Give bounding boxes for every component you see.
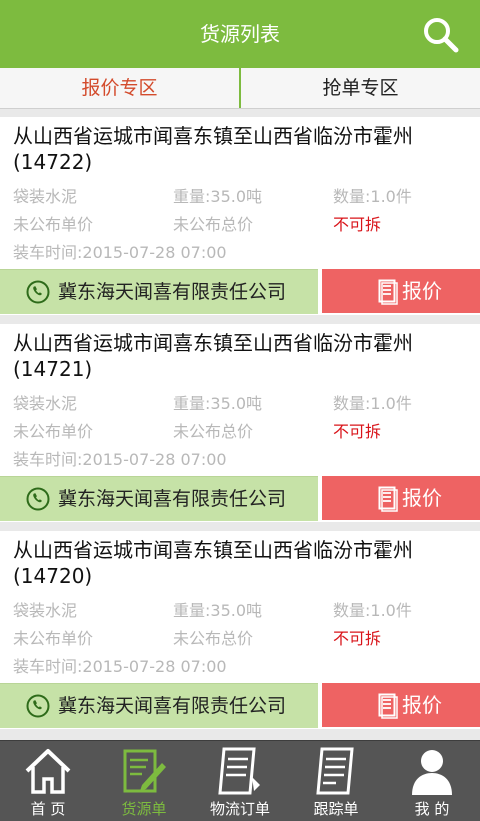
list-item[interactable]: 从山西省运城市闻喜东镇至山西省临汾市霍州(14722) 袋装水泥 重量:35.0… (0, 117, 480, 315)
nav-tracking[interactable]: 跟踪单 (288, 741, 384, 821)
cargo-list-icon (123, 749, 166, 793)
quote-button[interactable]: 报价 (322, 269, 480, 313)
quantity: 数量:1.0件 (333, 394, 412, 413)
home-icon (25, 749, 71, 794)
unit-price: 未公布单价 (13, 422, 94, 441)
info-row: 袋装水泥 重量:35.0吨 数量:1.0件 (13, 597, 468, 625)
logistics-order-icon (218, 747, 260, 795)
document-icon (378, 486, 398, 512)
list-item[interactable]: 从山西省运城市闻喜东镇至山西省临汾市霍州(14721) 袋装水泥 重量:35.0… (0, 324, 480, 522)
weight: 重量:35.0吨 (173, 394, 263, 413)
split-status: 不可拆 (333, 629, 382, 648)
load-time: 装车时间:2015-07-28 07:00 (13, 450, 227, 469)
page-title: 货源列表 (200, 22, 280, 46)
cargo-type: 袋装水泥 (13, 187, 78, 206)
cargo-type: 袋装水泥 (13, 601, 78, 620)
weight: 重量:35.0吨 (173, 601, 263, 620)
tracking-icon (316, 747, 354, 795)
nav-profile-label: 我 的 (414, 800, 450, 818)
quantity: 数量:1.0件 (333, 187, 412, 206)
quantity: 数量:1.0件 (333, 601, 412, 620)
unit-price: 未公布单价 (13, 215, 94, 234)
quote-label: 报价 (402, 279, 442, 303)
user-icon (412, 750, 452, 795)
nav-home-label: 首 页 (30, 800, 66, 818)
weight: 重量:35.0吨 (173, 187, 263, 206)
route-text: 从山西省运城市闻喜东镇至山西省临汾市霍州(14720) (13, 538, 413, 588)
price-row: 未公布单价 未公布总价 不可拆 (13, 418, 468, 446)
tab-grab-order-zone[interactable]: 抢单专区 (241, 68, 480, 108)
cargo-type: 袋装水泥 (13, 394, 78, 413)
info-row: 袋装水泥 重量:35.0吨 数量:1.0件 (13, 183, 468, 211)
company-name: 冀东海天闻喜有限责任公司 (58, 281, 287, 303)
nav-cargo-list-label: 货源单 (121, 800, 167, 818)
nav-logistics-order-label: 物流订单 (209, 800, 270, 818)
list-item[interactable]: 从山西省运城市闻喜东镇至山西省临汾市霍州(14720) 袋装水泥 重量:35.0… (0, 531, 480, 729)
total-price: 未公布总价 (173, 422, 254, 441)
tab-bar: 报价专区 抢单专区 (0, 68, 480, 109)
app-header: 货源列表 (0, 0, 480, 68)
document-icon (378, 693, 398, 719)
company-name: 冀东海天闻喜有限责任公司 (58, 695, 287, 717)
document-icon (378, 279, 398, 305)
load-time: 装车时间:2015-07-28 07:00 (13, 657, 227, 676)
info-row: 袋装水泥 重量:35.0吨 数量:1.0件 (13, 390, 468, 418)
company-name: 冀东海天闻喜有限责任公司 (58, 488, 287, 510)
route-text: 从山西省运城市闻喜东镇至山西省临汾市霍州(14722) (13, 124, 413, 174)
company-contact-button[interactable]: 冀东海天闻喜有限责任公司 (0, 269, 318, 314)
nav-logistics-order[interactable]: 物流订单 (192, 741, 288, 821)
quote-button[interactable]: 报价 (322, 683, 480, 727)
tab-quote-zone[interactable]: 报价专区 (0, 68, 241, 108)
phone-icon (26, 487, 50, 511)
nav-tracking-label: 跟踪单 (313, 800, 359, 818)
quote-label: 报价 (402, 693, 442, 717)
split-status: 不可拆 (333, 422, 382, 441)
nav-profile[interactable]: 我 的 (384, 741, 480, 821)
search-icon[interactable] (422, 16, 460, 54)
route-text: 从山西省运城市闻喜东镇至山西省临汾市霍州(14721) (13, 331, 413, 381)
total-price: 未公布总价 (173, 629, 254, 648)
price-row: 未公布单价 未公布总价 不可拆 (13, 211, 468, 239)
total-price: 未公布总价 (173, 215, 254, 234)
unit-price: 未公布单价 (13, 629, 94, 648)
bottom-nav: 首 页 货源单 物流订单 跟踪单 我 的 (0, 740, 480, 821)
split-status: 不可拆 (333, 215, 382, 234)
nav-home[interactable]: 首 页 (0, 741, 96, 821)
phone-icon (26, 280, 50, 304)
quote-label: 报价 (402, 486, 442, 510)
phone-icon (26, 694, 50, 718)
nav-cargo-list[interactable]: 货源单 (96, 741, 192, 821)
company-contact-button[interactable]: 冀东海天闻喜有限责任公司 (0, 476, 318, 521)
quote-button[interactable]: 报价 (322, 476, 480, 520)
price-row: 未公布单价 未公布总价 不可拆 (13, 625, 468, 653)
company-contact-button[interactable]: 冀东海天闻喜有限责任公司 (0, 683, 318, 728)
load-time: 装车时间:2015-07-28 07:00 (13, 243, 227, 262)
